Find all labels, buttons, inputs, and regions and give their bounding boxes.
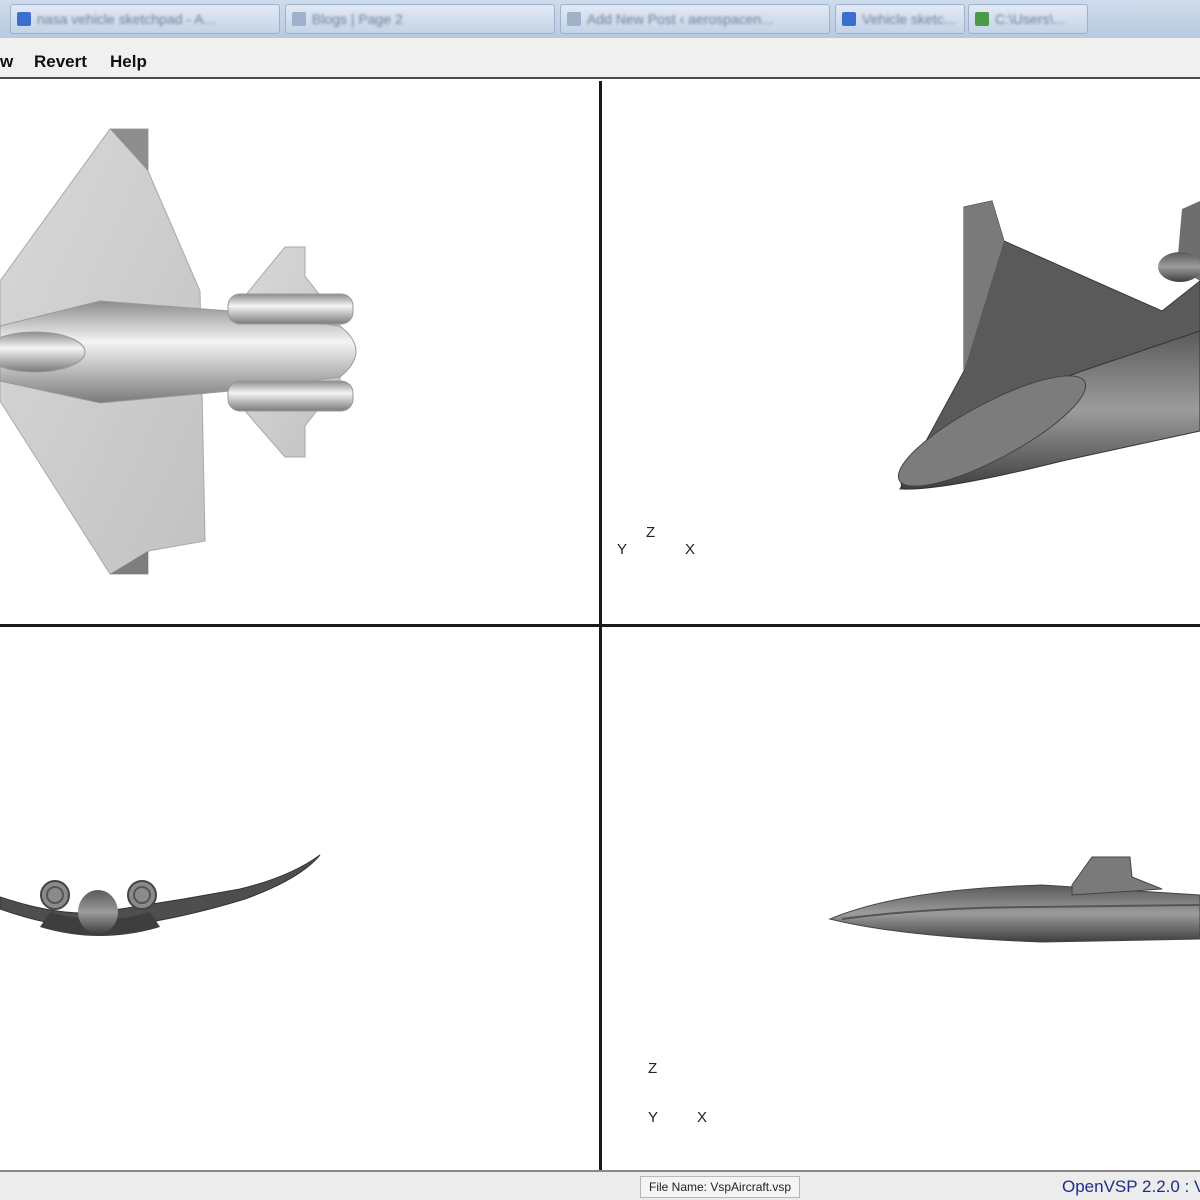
viewport-side-view[interactable]: Z Y X: [602, 627, 1200, 1170]
aircraft-side-view-model: [828, 856, 1200, 943]
taskbar-tab-2[interactable]: Blogs | Page 2: [285, 4, 555, 34]
axis-label-y: Y: [648, 1109, 659, 1126]
aircraft-top-view-model: [0, 128, 357, 575]
axis-label-x: X: [685, 541, 696, 558]
axis-label-y: Y: [617, 541, 628, 558]
aircraft-front-view-model: [0, 854, 321, 936]
page-icon: [292, 12, 306, 26]
menu-bar: w Revert Help: [0, 38, 1200, 79]
taskbar-tab-4[interactable]: Vehicle sketc...: [835, 4, 965, 34]
axis-label-z: Z: [646, 524, 656, 541]
taskbar-tab-5[interactable]: C:\Users\...: [968, 4, 1088, 34]
app-icon: [842, 12, 856, 26]
browser-icon: [17, 12, 31, 26]
viewport-perspective-view[interactable]: Y Z X: [602, 81, 1200, 624]
taskbar-tab-label: Blogs | Page 2: [312, 11, 403, 27]
page-icon: [567, 12, 581, 26]
taskbar-tab-label: C:\Users\...: [995, 11, 1066, 27]
taskbar-tab-1[interactable]: nasa vehicle sketchpad - A...: [10, 4, 280, 34]
taskbar: nasa vehicle sketchpad - A... Blogs | Pa…: [0, 0, 1200, 39]
axis-label-x: X: [697, 1109, 708, 1126]
status-bar: File Name: VspAircraft.vsp OpenVSP 2.2.0…: [0, 1170, 1200, 1200]
file-name-label: File Name: VspAircraft.vsp: [640, 1176, 801, 1198]
viewport-front-view[interactable]: [0, 627, 599, 1170]
menu-help[interactable]: Help: [110, 52, 147, 72]
folder-icon: [975, 12, 989, 26]
taskbar-tab-label: Add New Post ‹ aerospacen...: [587, 11, 773, 27]
viewport-top-view[interactable]: [0, 81, 599, 624]
version-label: OpenVSP 2.2.0 : V: [1062, 1177, 1200, 1196]
taskbar-tab-label: Vehicle sketc...: [862, 11, 956, 27]
menu-view[interactable]: w: [0, 52, 13, 72]
horizontal-divider[interactable]: [0, 624, 1200, 627]
taskbar-tab-3[interactable]: Add New Post ‹ aerospacen...: [560, 4, 830, 34]
taskbar-tab-label: nasa vehicle sketchpad - A...: [37, 11, 216, 27]
menu-revert[interactable]: Revert: [34, 52, 87, 72]
axis-label-z: Z: [648, 1060, 658, 1077]
